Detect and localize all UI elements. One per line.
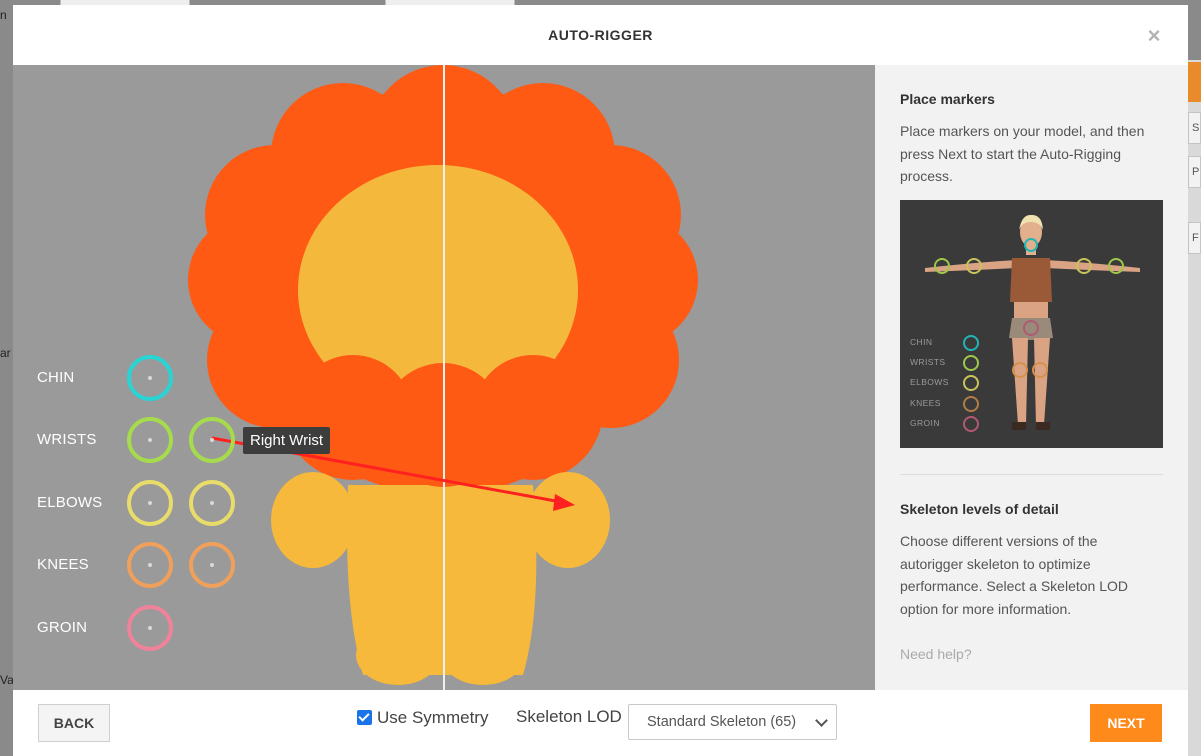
instructions-panel: Place markers Place markers on your mode…: [875, 65, 1188, 690]
legend-ring: [963, 396, 979, 412]
right-knee-marker[interactable]: [189, 542, 235, 588]
background-button: S: [1188, 112, 1201, 144]
panel-divider: [900, 474, 1163, 475]
right-elbow-marker[interactable]: [189, 480, 235, 526]
background-text: Va: [0, 673, 13, 687]
marker-label: CHIN: [37, 369, 75, 386]
close-icon[interactable]: ×: [1143, 25, 1165, 47]
skeleton-lod-select[interactable]: Standard Skeleton (65): [628, 704, 837, 740]
left-elbow-marker[interactable]: [127, 480, 173, 526]
legend-label: GROIN: [910, 418, 940, 428]
left-knee-marker[interactable]: [127, 542, 173, 588]
legend-ring: [963, 416, 979, 432]
skeleton-lod-value: Standard Skeleton (65): [647, 714, 797, 730]
legend-ring: [963, 355, 979, 371]
chevron-down-icon: [815, 714, 828, 727]
place-markers-title: Place markers: [900, 91, 995, 107]
lod-text: Choose different versions of the autorig…: [900, 533, 1129, 617]
legend-label: CHIN: [910, 337, 933, 347]
modal-footer: BACK Use Symmetry Skeleton LOD Standard …: [13, 690, 1188, 756]
legend-label: WRISTS: [910, 357, 946, 367]
use-symmetry-label[interactable]: Use Symmetry: [377, 708, 488, 728]
modal-header: AUTO-RIGGER ×: [13, 5, 1188, 65]
next-button[interactable]: NEXT: [1090, 704, 1162, 742]
background-button: PL: [1188, 156, 1201, 188]
modal-title: AUTO-RIGGER: [548, 27, 653, 43]
3d-viewport[interactable]: CHIN WRISTS ELBOWS KNEES GROIN Right Wri…: [13, 65, 875, 690]
background-tab: [1188, 62, 1201, 102]
marker-tooltip: Right Wrist: [243, 427, 331, 454]
left-wrist-marker[interactable]: [127, 417, 173, 463]
background-button: F: [1188, 222, 1201, 254]
auto-rigger-modal: AUTO-RIGGER × CHIN WRISTS ELBOWS KNEES G…: [13, 5, 1188, 756]
background-text: n: [0, 8, 7, 22]
need-help-link[interactable]: Need help?: [900, 646, 972, 662]
lod-title: Skeleton levels of detail: [900, 501, 1059, 517]
marker-label: WRISTS: [37, 431, 97, 448]
skeleton-lod-label: Skeleton LOD: [516, 707, 622, 726]
legend-label: ELBOWS: [910, 377, 949, 387]
legend-ring: [963, 375, 979, 391]
marker-label: GROIN: [37, 619, 88, 636]
background-text: ar: [0, 346, 11, 360]
marker-label: KNEES: [37, 556, 89, 573]
legend-ring: [963, 335, 979, 351]
marker-guide-image: CHIN WRISTS ELBOWS KNEES GROIN: [900, 200, 1163, 448]
right-wrist-marker[interactable]: [189, 417, 235, 463]
groin-marker[interactable]: [127, 605, 173, 651]
place-markers-text: Place markers on your model, and then pr…: [900, 123, 1145, 184]
legend-label: KNEES: [910, 398, 941, 408]
chin-marker[interactable]: [127, 355, 173, 401]
back-button[interactable]: BACK: [38, 704, 110, 742]
guide-figure: [925, 214, 1140, 430]
use-symmetry-checkbox[interactable]: [357, 710, 372, 725]
marker-label: ELBOWS: [37, 494, 103, 511]
